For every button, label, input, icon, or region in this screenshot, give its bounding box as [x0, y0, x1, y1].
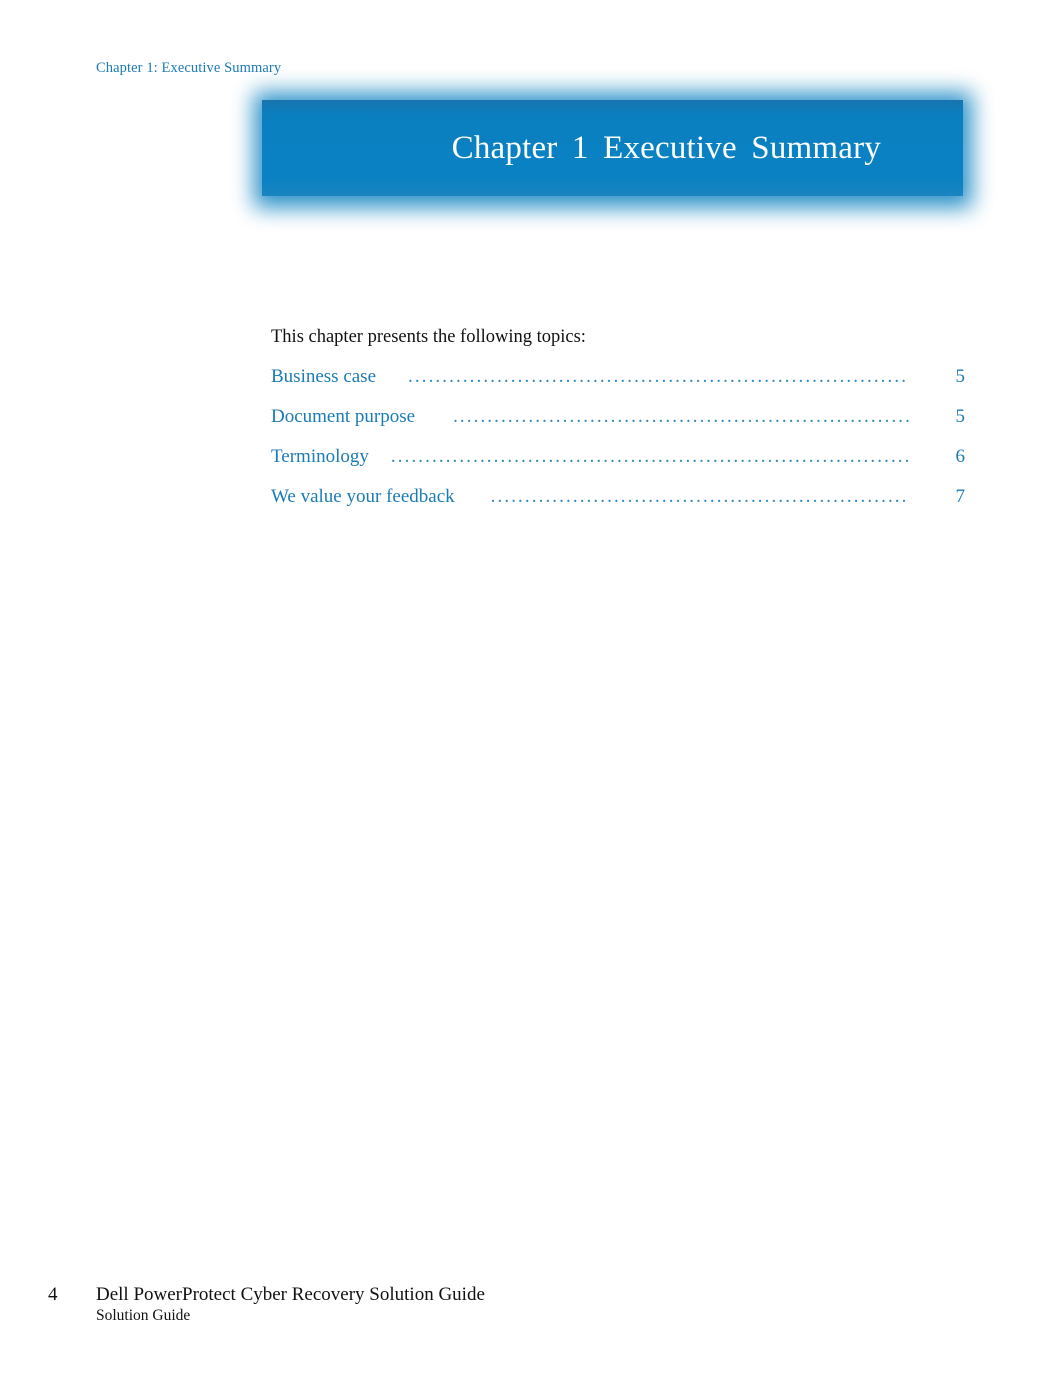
chapter-banner-bar: Chapter 1 Executive Summary	[262, 100, 963, 196]
running-header: Chapter 1: Executive Summary	[96, 60, 282, 76]
toc-entry-page-number[interactable]: 7	[913, 486, 966, 508]
toc-entry-page-number[interactable]: 5	[913, 366, 966, 388]
table-of-contents: Business case ..........................…	[271, 366, 965, 526]
toc-entry-we-value-your-feedback[interactable]: We value your feedback .................…	[271, 486, 965, 526]
footer-text-block: Dell PowerProtect Cyber Recovery Solutio…	[96, 1284, 485, 1326]
chapter-title: Chapter 1 Executive Summary	[451, 129, 881, 166]
toc-entry-label[interactable]: We value your feedback	[271, 486, 455, 508]
footer-row: 4 Dell PowerProtect Cyber Recovery Solut…	[48, 1284, 1008, 1326]
toc-entry-label[interactable]: Business case	[271, 366, 376, 388]
toc-leader-dots: ........................................…	[453, 407, 909, 426]
document-page: Chapter 1: Executive Summary Chapter 1 E…	[0, 0, 1062, 1376]
footer-page-number: 4	[48, 1284, 58, 1305]
toc-entry-terminology[interactable]: Terminology ............................…	[271, 446, 965, 486]
toc-entry-label[interactable]: Terminology	[271, 446, 369, 468]
toc-entry-business-case[interactable]: Business case ..........................…	[271, 366, 965, 406]
toc-entry-page-number[interactable]: 6	[913, 446, 966, 468]
toc-leader-dots: ........................................…	[490, 487, 909, 506]
footer-document-title: Dell PowerProtect Cyber Recovery Solutio…	[96, 1284, 485, 1305]
toc-entry-label[interactable]: Document purpose	[271, 406, 415, 428]
page-footer: 4 Dell PowerProtect Cyber Recovery Solut…	[48, 1284, 1008, 1326]
toc-leader-dots: ........................................…	[390, 447, 909, 466]
footer-document-subtitle: Solution Guide	[96, 1307, 191, 1324]
toc-entry-document-purpose[interactable]: Document purpose .......................…	[271, 406, 965, 446]
chapter-banner: Chapter 1 Executive Summary	[248, 86, 978, 214]
toc-entry-page-number[interactable]: 5	[913, 406, 966, 428]
intro-paragraph: This chapter presents the following topi…	[271, 327, 586, 347]
toc-leader-dots: ........................................…	[408, 367, 909, 386]
